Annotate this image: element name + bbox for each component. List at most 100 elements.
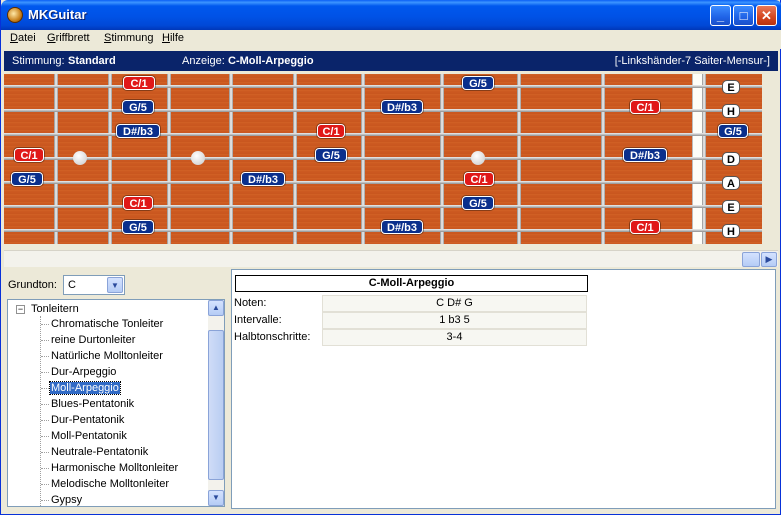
fret-inlay	[73, 151, 87, 165]
display-label: Anzeige:	[182, 55, 225, 67]
minimize-button[interactable]: _	[710, 5, 731, 26]
grundton-dropdown[interactable]: C ▼	[63, 275, 125, 295]
scroll-up-button[interactable]: ▲	[208, 300, 224, 316]
grundton-label: Grundton:	[8, 279, 57, 291]
fret-inlay	[191, 151, 205, 165]
guitar-app-icon	[7, 7, 23, 23]
note-marker[interactable]: G/5	[315, 148, 347, 162]
menu-griffbrett[interactable]: Griffbrett	[47, 32, 90, 44]
open-string-label[interactable]: D	[722, 152, 740, 166]
chevron-up-icon: ▲	[212, 303, 220, 312]
details-label: Noten:	[234, 297, 267, 309]
tuning-label: Stimmung:	[12, 55, 65, 67]
tree-vertical-scrollbar[interactable]: ▲ ▼	[208, 300, 224, 506]
tree-connector	[41, 436, 49, 437]
note-marker[interactable]: C/1	[123, 196, 153, 210]
scale-details-panel: C-Moll-Arpeggio Noten: C D# G Intervalle…	[231, 269, 776, 509]
open-string-label[interactable]: A	[722, 176, 740, 190]
note-marker[interactable]: C/1	[464, 172, 494, 186]
close-button[interactable]: ✕	[756, 5, 777, 26]
note-marker[interactable]: G/5	[11, 172, 43, 186]
tuning-value: Standard	[68, 55, 116, 67]
note-marker[interactable]: C/1	[630, 100, 660, 114]
collapse-icon[interactable]: −	[16, 305, 25, 314]
tree-item[interactable]: Dur-Pentatonik	[50, 414, 125, 426]
window-title: MKGuitar	[28, 7, 87, 22]
menu-bar: Datei Griffbrett Stimmung Hilfe	[1, 30, 781, 49]
scale-tree[interactable]: − Tonleitern Chromatische Tonleiter rein…	[7, 299, 225, 507]
tree-item[interactable]: Blues-Pentatonik	[50, 398, 135, 410]
scrollbar-thumb[interactable]	[742, 252, 760, 267]
display-value: C-Moll-Arpeggio	[228, 55, 314, 67]
open-string-label[interactable]: E	[722, 80, 740, 94]
maximize-button[interactable]: □	[733, 5, 754, 26]
tree-item[interactable]: Gypsy	[50, 494, 83, 506]
tree-connector	[41, 324, 49, 325]
maximize-icon: □	[739, 8, 748, 23]
scroll-down-button[interactable]: ▼	[208, 490, 224, 506]
note-marker[interactable]: G/5	[122, 100, 154, 114]
tree-item[interactable]: Chromatische Tonleiter	[50, 318, 164, 330]
tree-item[interactable]: Moll-Pentatonik	[50, 430, 128, 442]
details-title: C-Moll-Arpeggio	[235, 275, 588, 292]
menu-hilfe[interactable]: Hilfe	[162, 32, 184, 44]
fretboard-horizontal-scrollbar[interactable]: ▶	[4, 250, 778, 267]
menu-hilfe-label: ilfe	[169, 32, 185, 44]
details-row: Noten: C D# G	[232, 295, 592, 312]
details-label: Halbtonschritte:	[234, 331, 311, 343]
tree-connector	[41, 388, 49, 389]
note-marker[interactable]: D#/b3	[241, 172, 285, 186]
tree-item[interactable]: Harmonische Molltonleiter	[50, 462, 179, 474]
note-marker[interactable]: D#/b3	[116, 124, 160, 138]
note-marker[interactable]: C/1	[14, 148, 44, 162]
note-marker[interactable]: G/5	[462, 196, 494, 210]
scroll-right-button[interactable]: ▶	[761, 252, 777, 267]
tree-connector	[41, 356, 49, 357]
tree-item[interactable]: Neutrale-Pentatonik	[50, 446, 149, 458]
close-icon: ✕	[761, 8, 772, 23]
note-marker[interactable]: D#/b3	[381, 100, 423, 114]
tree-connector	[41, 500, 49, 501]
guitar-string	[4, 181, 762, 184]
note-marker[interactable]: D#/b3	[623, 148, 667, 162]
tree-connector	[41, 340, 49, 341]
chevron-down-icon[interactable]: ▼	[107, 277, 123, 293]
guitar-string	[4, 85, 762, 88]
scrollbar-thumb[interactable]	[208, 330, 224, 480]
details-row: Halbtonschritte: 3-4	[232, 329, 592, 346]
note-marker[interactable]: D#/b3	[381, 220, 423, 234]
app-window: MKGuitar _ □ ✕ Datei Griffbrett Stimmung…	[0, 0, 781, 515]
menu-datei[interactable]: Datei	[10, 32, 36, 44]
tree-root-tonleitern[interactable]: Tonleitern	[31, 303, 79, 315]
tree-connector	[41, 468, 49, 469]
note-marker[interactable]: G/5	[122, 220, 154, 234]
status-info-bar: Stimmung: Standard Anzeige: C-Moll-Arpeg…	[4, 51, 778, 71]
details-value: 1 b3 5	[322, 312, 587, 329]
open-string-label[interactable]: H	[722, 104, 740, 118]
open-string-label[interactable]: H	[722, 224, 740, 238]
note-marker[interactable]: C/1	[630, 220, 660, 234]
minimize-icon: _	[716, 8, 725, 23]
open-string-label[interactable]: E	[722, 200, 740, 214]
tree-item[interactable]: Melodische Molltonleiter	[50, 478, 170, 490]
tree-item[interactable]: Dur-Arpeggio	[50, 366, 117, 378]
note-marker[interactable]: G/5	[462, 76, 494, 90]
note-marker[interactable]: C/1	[123, 76, 155, 90]
tree-item[interactable]: Natürliche Molltonleiter	[50, 350, 164, 362]
tree-connector	[41, 404, 49, 405]
title-bar[interactable]: MKGuitar _ □ ✕	[1, 0, 781, 30]
tree-connector	[41, 420, 49, 421]
details-value: C D# G	[322, 295, 587, 312]
tree-item-selected[interactable]: Moll-Arpeggio	[49, 381, 121, 395]
fretboard[interactable]: C/1 G/5 G/5 D#/b3 C/1 D#/b3 C/1 G/5 C/1 …	[4, 74, 762, 244]
details-value: 3-4	[322, 329, 587, 346]
tree-connector	[41, 452, 49, 453]
chevron-down-icon: ▼	[212, 493, 220, 502]
note-marker[interactable]: G/5	[718, 124, 748, 138]
menu-datei-label: atei	[17, 32, 36, 44]
menu-griffbrett-label: riffbrett	[55, 32, 90, 44]
tree-item[interactable]: reine Durtonleiter	[50, 334, 136, 346]
note-marker[interactable]: C/1	[317, 124, 345, 138]
menu-stimmung[interactable]: Stimmung	[104, 32, 154, 44]
chevron-right-icon: ▶	[765, 254, 773, 264]
